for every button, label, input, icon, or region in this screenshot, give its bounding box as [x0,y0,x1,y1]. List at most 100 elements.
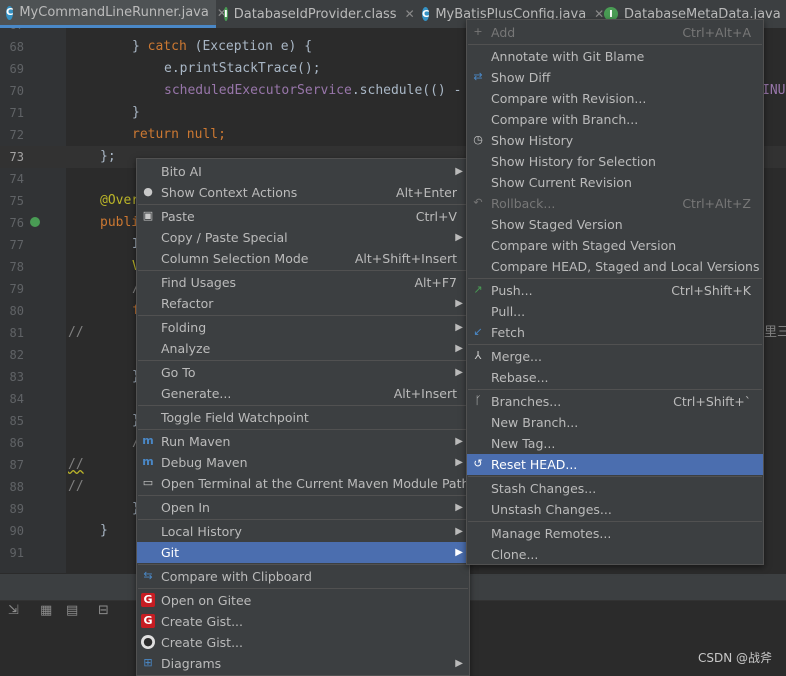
menu-item-refactor[interactable]: Refactor ▶ [137,293,469,314]
menu-item-column-selection-mode[interactable]: Column Selection Mode Alt+Shift+Insert [137,248,469,269]
line-number: 70 [9,84,24,98]
menu-item-add[interactable]: + Add Ctrl+Alt+A [467,22,763,43]
implementation-icon[interactable] [30,217,40,227]
menu-item-new-tag[interactable]: New Tag... [467,433,763,454]
grid-icon[interactable]: ▦ [40,603,56,619]
menu-item-diagrams[interactable]: ⊞ Diagrams ▶ [137,653,469,674]
menu-separator [468,344,762,345]
menu-item-label: Push... [491,283,533,298]
menu-item-label: Folding [161,320,207,335]
menu-item-create-gist-github[interactable]: ● Create Gist... [137,632,469,653]
menu-item-show-history-selection[interactable]: Show History for Selection [467,151,763,172]
filter-icon[interactable]: ⊟ [98,603,114,619]
toggle-icon[interactable]: ⇲ [8,603,24,619]
menu-item-merge[interactable]: ⅄ Merge... [467,346,763,367]
menu-item-label: Fetch [491,325,525,340]
code-text: // [68,325,84,340]
menu-item-annotate-git-blame[interactable]: Annotate with Git Blame [467,46,763,67]
line-number: 86 [9,436,24,450]
menu-item-analyze[interactable]: Analyze ▶ [137,338,469,359]
menu-item-label: Column Selection Mode [161,251,309,266]
close-icon[interactable]: ✕ [405,7,415,21]
menu-item-show-diff[interactable]: ⇄ Show Diff [467,67,763,88]
menu-item-show-current-revision[interactable]: Show Current Revision [467,172,763,193]
code-text: return null; [132,124,226,146]
menu-item-label: Pull... [491,304,526,319]
list-icon[interactable]: ▤ [66,603,82,619]
line-number: 71 [9,106,24,120]
menu-item-generate[interactable]: Generate... Alt+Insert [137,383,469,404]
menu-item-label: Compare with Revision... [491,91,647,106]
menu-item-local-history[interactable]: Local History ▶ [137,521,469,542]
menu-item-rebase[interactable]: Rebase... [467,367,763,388]
menu-item-open-in[interactable]: Open In ▶ [137,497,469,518]
gitee-icon: G [141,593,155,607]
menu-item-rollback[interactable]: ↶ Rollback... Ctrl+Alt+Z [467,193,763,214]
menu-item-folding[interactable]: Folding ▶ [137,317,469,338]
menu-item-open-terminal-maven[interactable]: ▭ Open Terminal at the Current Maven Mod… [137,473,470,494]
menu-item-git[interactable]: Git ▶ [137,542,469,563]
menu-item-label: Open on Gitee [161,593,252,608]
menu-item-compare-with-branch[interactable]: Compare with Branch... [467,109,763,130]
menu-item-reset-head[interactable]: ↺ Reset HEAD... [467,454,763,475]
menu-item-stash-changes[interactable]: Stash Changes... [467,478,763,499]
menu-item-branches[interactable]: ᚴ Branches... Ctrl+Shift+` [467,391,763,412]
menu-item-compare-with-clipboard[interactable]: ⇆ Compare with Clipboard [137,566,469,587]
submenu-arrow-icon: ▶ [455,526,463,537]
diagram-icon: ⊞ [143,656,153,669]
menu-item-manage-remotes[interactable]: Manage Remotes... [467,523,763,544]
menu-item-debug-maven[interactable]: m Debug Maven ▶ [137,452,469,473]
rollback-icon: ↶ [473,196,483,209]
code-text: publi [100,215,140,230]
menu-item-pull[interactable]: Pull... [467,301,763,322]
code-text: } catch (Exception e) { [132,36,312,58]
menu-item-shortcut: Ctrl+Alt+A [682,25,751,40]
interface-icon: I [224,7,228,21]
submenu-arrow-icon: ▶ [455,343,463,354]
line-number: 89 [9,502,24,516]
code-text: } [100,523,108,538]
menu-item-label: Open Terminal at the Current Maven Modul… [161,476,470,491]
menu-item-new-branch[interactable]: New Branch... [467,412,763,433]
code-text: // [68,457,84,472]
menu-item-shortcut: Ctrl+Shift+` [673,394,751,409]
submenu-arrow-icon: ▶ [455,367,463,378]
menu-item-clone[interactable]: Clone... [467,544,763,565]
menu-item-paste[interactable]: ▣ Paste Ctrl+V [137,206,469,227]
submenu-arrow-icon: ▶ [455,322,463,333]
submenu-arrow-icon: ▶ [455,547,463,558]
menu-item-label: Rollback... [491,196,556,211]
menu-item-label: Manage Remotes... [491,526,612,541]
menu-item-run-maven[interactable]: m Run Maven ▶ [137,431,469,452]
menu-item-show-context-actions[interactable]: ● Show Context Actions Alt+Enter [137,182,469,203]
menu-item-open-on-gitee[interactable]: G Open on Gitee [137,590,469,611]
menu-item-fetch[interactable]: ↙ Fetch [467,322,763,343]
compare-icon: ⇆ [143,569,153,582]
push-icon: ↗ [473,283,483,296]
line-number: 73 [9,150,24,164]
menu-item-push[interactable]: ↗ Push... Ctrl+Shift+K [467,280,763,301]
git-submenu: + Add Ctrl+Alt+A Annotate with Git Blame… [466,19,764,565]
menu-item-label: Create Gist... [161,635,244,650]
menu-item-go-to[interactable]: Go To ▶ [137,362,469,383]
menu-item-show-history[interactable]: ◷ Show History [467,130,763,151]
bulb-icon: ● [143,185,153,198]
menu-item-compare-with-revision[interactable]: Compare with Revision... [467,88,763,109]
tab-mycommandlinerunner[interactable]: C MyCommandLineRunner.java ✕ [0,0,227,28]
menu-item-unstash-changes[interactable]: Unstash Changes... [467,499,763,520]
menu-item-show-staged-version[interactable]: Show Staged Version [467,214,763,235]
menu-item-toggle-field-watchpoint[interactable]: Toggle Field Watchpoint [137,407,469,428]
menu-item-bito-ai[interactable]: Bito AI ▶ [137,161,469,182]
menu-item-compare-staged-version[interactable]: Compare with Staged Version [467,235,763,256]
menu-item-label: Find Usages [161,275,237,290]
menu-item-label: New Tag... [491,436,556,451]
menu-item-label: Show History [491,133,574,148]
code-text: // [68,479,84,494]
tab-databaseidprovider[interactable]: I DatabaseIdProvider.class ✕ [218,0,415,28]
menu-item-create-gist-gitee[interactable]: G Create Gist... [137,611,469,632]
menu-separator [138,564,468,565]
menu-item-compare-head-staged-local[interactable]: Compare HEAD, Staged and Local Versions [467,256,763,277]
menu-item-find-usages[interactable]: Find Usages Alt+F7 [137,272,469,293]
menu-item-copy-paste-special[interactable]: Copy / Paste Special ▶ [137,227,469,248]
submenu-arrow-icon: ▶ [455,298,463,309]
